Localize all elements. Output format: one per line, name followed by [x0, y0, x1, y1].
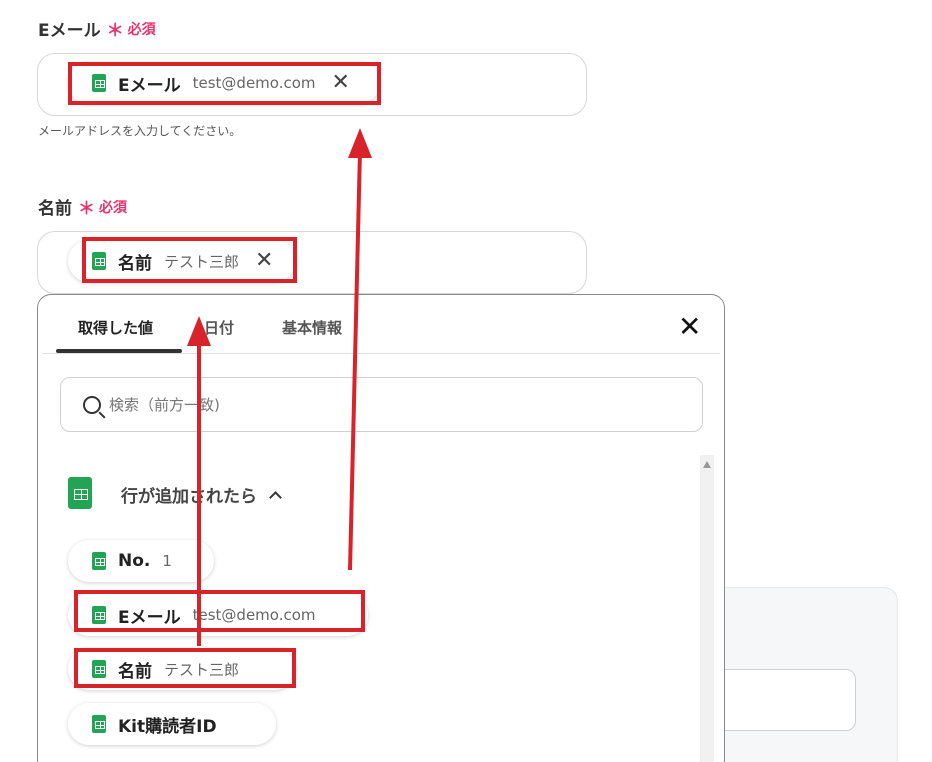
google-sheets-icon: [68, 477, 92, 509]
email-field-label: Eメール ＊ 必須: [38, 16, 156, 41]
required-asterisk: ＊: [78, 199, 95, 219]
list-item[interactable]: No. 1: [68, 540, 214, 582]
scrollbar[interactable]: [700, 455, 714, 762]
tab-divider: [42, 353, 720, 354]
tab-basic-info[interactable]: 基本情報: [282, 317, 342, 338]
highlight-box-name-item: [74, 648, 296, 688]
group-header[interactable]: 行が追加されたら: [121, 482, 282, 507]
highlight-box-name-chip: [82, 237, 297, 283]
required-text: 必須: [99, 199, 127, 216]
highlight-box-email-chip: [68, 62, 381, 105]
google-sheets-icon: [92, 552, 106, 570]
tab-date[interactable]: 日付: [204, 317, 234, 338]
search-input[interactable]: 検索（前方一致): [60, 377, 703, 432]
list-item[interactable]: Kit購読者ID: [68, 703, 276, 745]
active-tab-indicator: [56, 349, 182, 353]
scroll-up-icon[interactable]: [703, 461, 711, 468]
required-text: 必須: [127, 21, 156, 38]
search-placeholder: 検索（前方一致): [109, 396, 220, 414]
search-icon: [83, 395, 101, 414]
highlight-box-email-item: [74, 590, 365, 632]
chevron-up-icon[interactable]: [269, 490, 282, 504]
close-icon[interactable]: ✕: [678, 313, 701, 341]
google-sheets-icon: [92, 715, 106, 733]
group-icon-wrap: [68, 477, 92, 509]
required-asterisk: ＊: [106, 21, 124, 41]
arrowhead-email: [348, 128, 372, 158]
value-picker-panel: 取得した値 日付 基本情報 ✕ 検索（前方一致): [37, 294, 725, 762]
email-hint: メールアドレスを入力してください。: [38, 124, 242, 138]
tab-acquired-values[interactable]: 取得した値: [78, 317, 153, 338]
name-field-label: 名前 ＊ 必須: [38, 194, 127, 219]
